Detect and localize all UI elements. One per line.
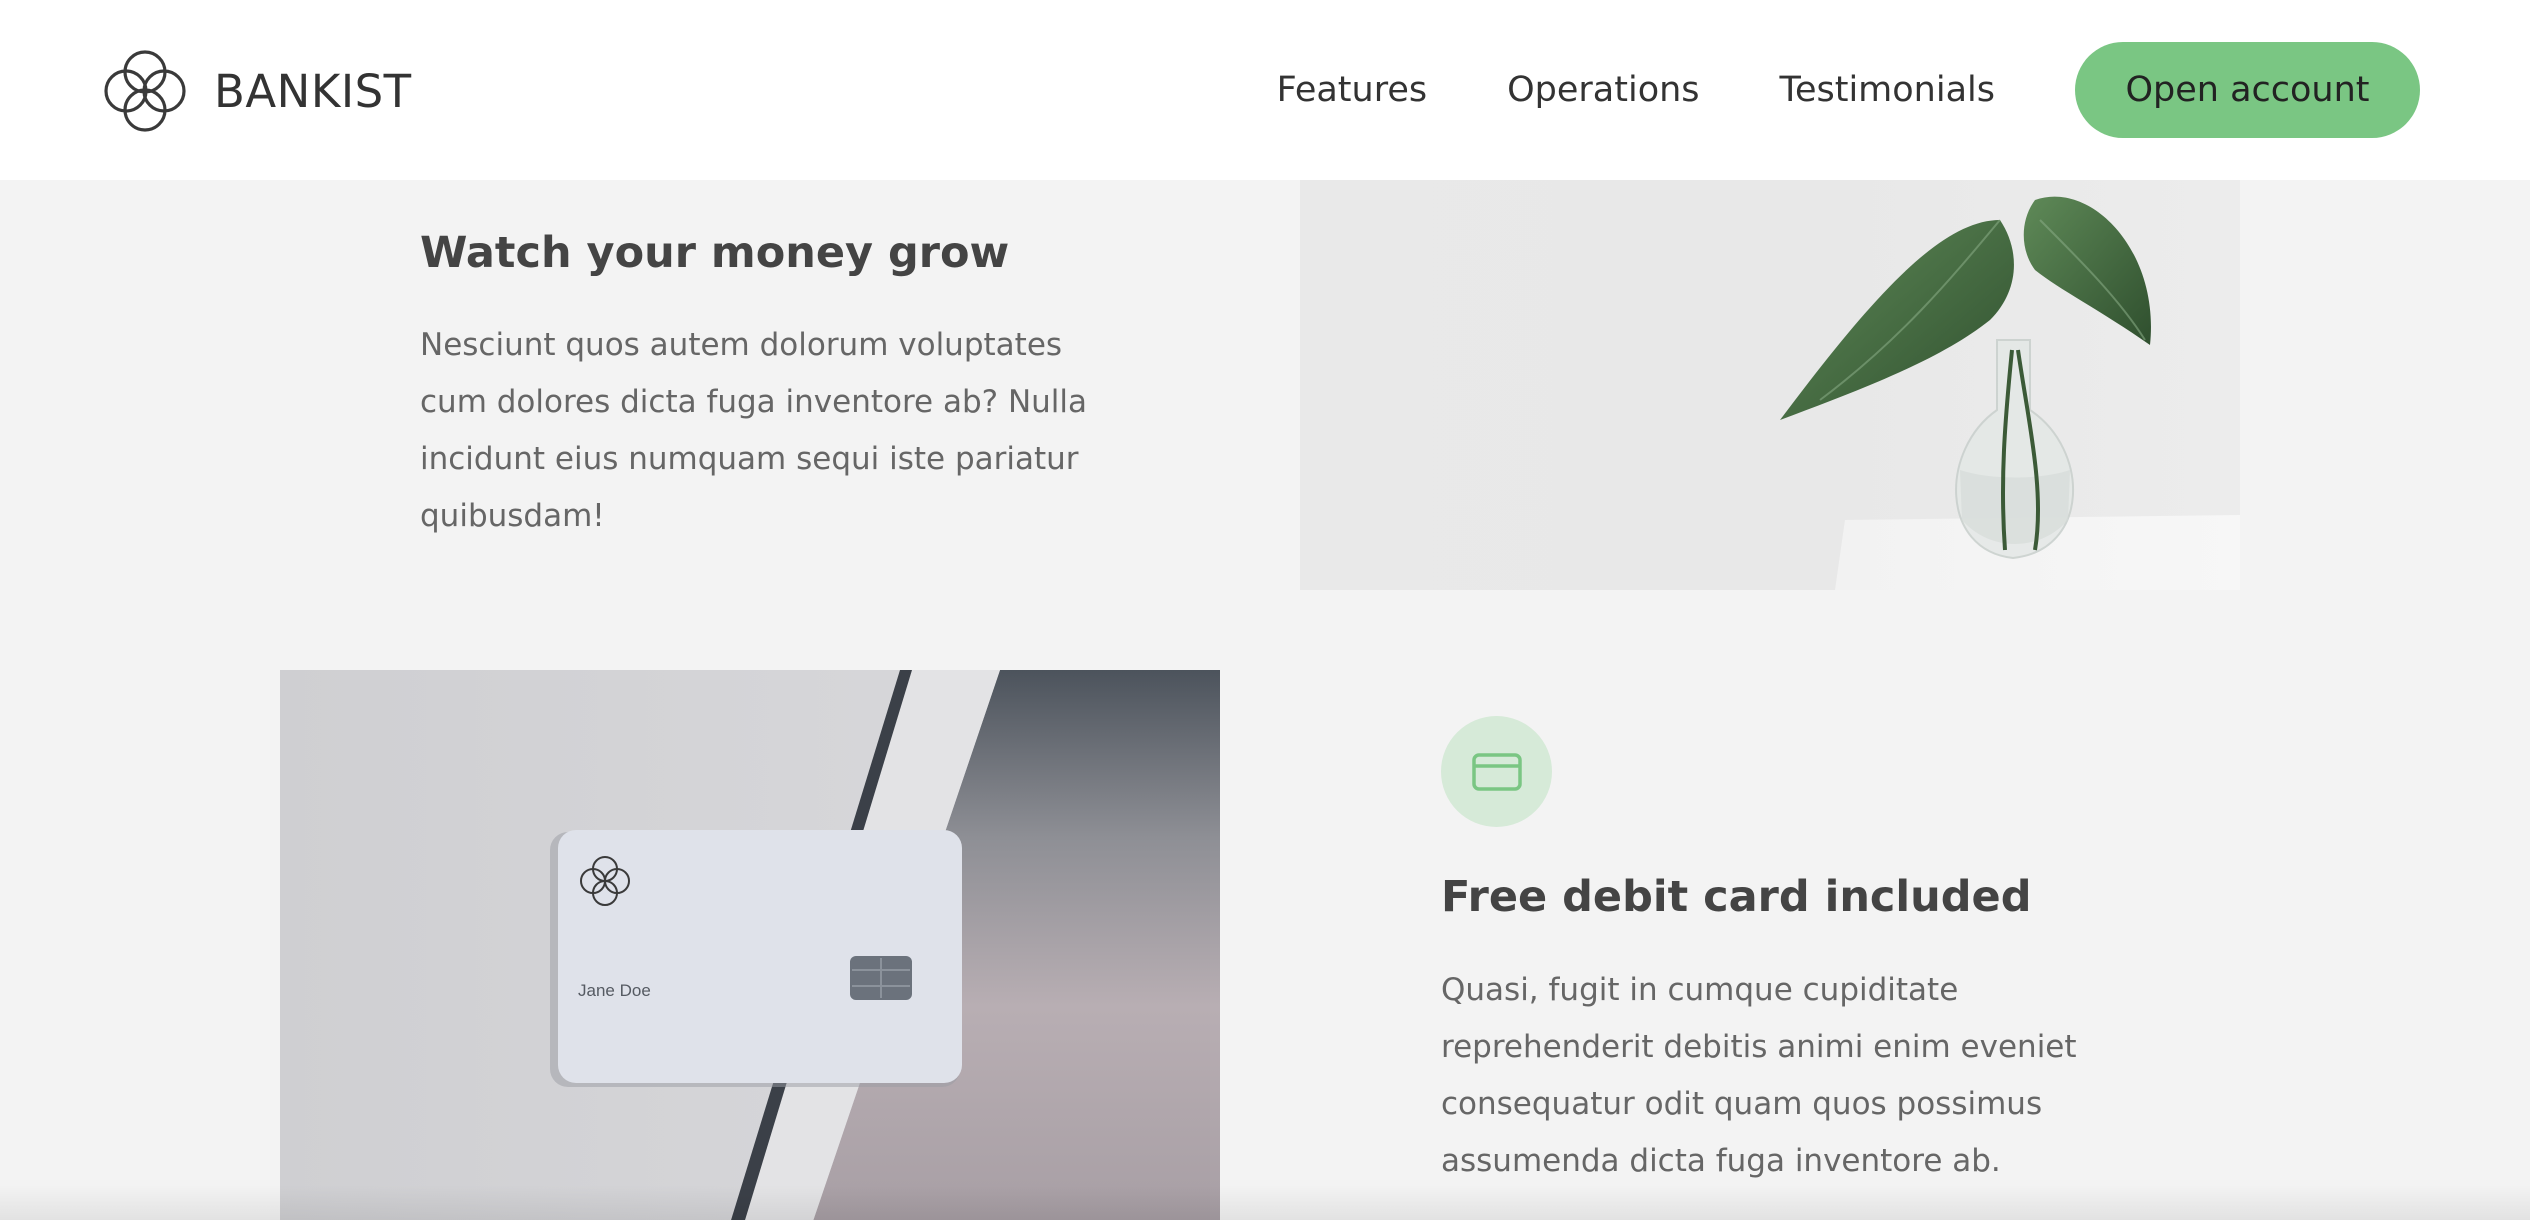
- nav-link-operations[interactable]: Operations: [1507, 70, 1699, 110]
- feature-title-money-grow: Watch your money grow: [420, 228, 1010, 278]
- card-holder-name: Jane Doe: [578, 981, 651, 1000]
- top-navigation: BANKIST Features Operations Testimonials…: [0, 0, 2530, 180]
- credit-card-icon: [1441, 716, 1552, 827]
- nav-link-testimonials[interactable]: Testimonials: [1780, 70, 1995, 110]
- nav-link-features[interactable]: Features: [1277, 70, 1428, 110]
- plant-vase-image: [1300, 160, 2240, 590]
- bankist-logo-icon: [104, 50, 186, 132]
- brand-name: BANKIST: [214, 64, 412, 118]
- feature-title-debit-card: Free debit card included: [1441, 872, 2032, 922]
- feature-text-debit-card: Quasi, fugit in cumque cupiditate repreh…: [1441, 972, 2077, 1179]
- nav-links: Features Operations Testimonials Open ac…: [1277, 42, 2420, 138]
- open-account-button[interactable]: Open account: [2075, 42, 2420, 138]
- feature-text-money-grow: Nesciunt quos autem dolorum voluptates c…: [420, 327, 1088, 534]
- brand-logo[interactable]: BANKIST: [98, 44, 412, 138]
- bottom-shadow: [0, 1185, 2530, 1220]
- debit-card-image: Jane Doe: [280, 670, 1220, 1220]
